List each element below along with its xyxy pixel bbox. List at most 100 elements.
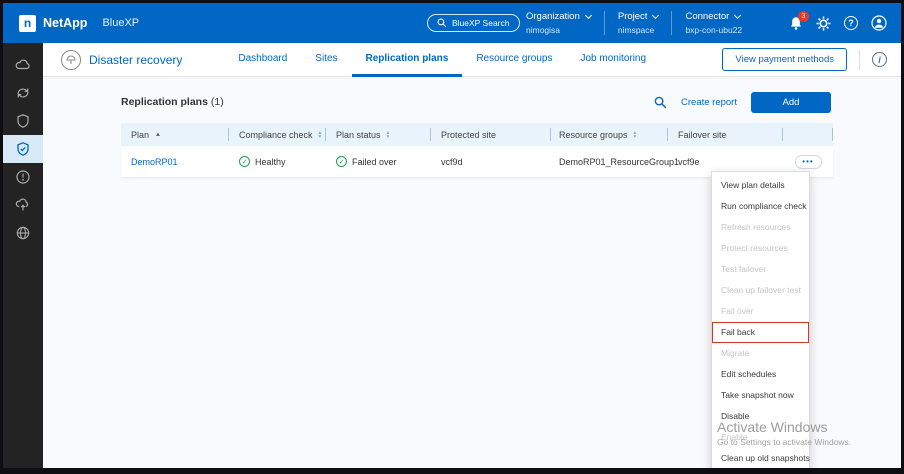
user-icon: [871, 15, 887, 31]
plan-status: Failed over: [352, 157, 397, 167]
app-window: n NetApp BlueXP BlueXP Search Organizati…: [0, 0, 904, 474]
left-nav: [3, 43, 43, 468]
settings-button[interactable]: [816, 16, 831, 31]
service-header: Disaster recovery Dashboard Sites Replic…: [43, 43, 901, 77]
menu-item-refresh-resources: Refresh resources: [712, 217, 809, 238]
row-actions-button[interactable]: •••: [795, 155, 822, 169]
column-label: Compliance check: [239, 130, 313, 140]
tab-sites[interactable]: Sites: [301, 43, 351, 77]
replication-plans-table: Plan ▲ Compliance check ▴▾ Plan status ▴…: [121, 123, 833, 178]
disaster-recovery-service-icon: [61, 50, 81, 70]
protected-site: vcf9d: [441, 157, 463, 167]
menu-item-edit-schedules[interactable]: Edit schedules: [712, 364, 809, 385]
account-button[interactable]: [871, 15, 887, 31]
service-tabs: Dashboard Sites Replication plans Resour…: [224, 43, 660, 77]
tab-job-monitoring[interactable]: Job monitoring: [566, 43, 660, 77]
column-header-compliance-check[interactable]: Compliance check ▴▾: [229, 123, 326, 146]
menu-item-test-failover: Test failover: [712, 259, 809, 280]
bluexp-search[interactable]: BlueXP Search: [427, 14, 520, 32]
column-header-plan-status[interactable]: Plan status ▴▾: [326, 123, 431, 146]
connector-selector[interactable]: Connector bxp-con-ubu22: [672, 11, 755, 35]
search-icon[interactable]: [654, 96, 667, 109]
gear-icon: [816, 16, 831, 31]
organization-label: Organization: [526, 11, 580, 22]
search-icon: [437, 18, 447, 28]
disaster-recovery-shield-icon: [15, 141, 31, 157]
connector-value: bxp-con-ubu22: [685, 25, 742, 35]
help-button[interactable]: ?: [844, 16, 858, 30]
cloud-upload-icon: [15, 197, 31, 213]
globe-icon: [15, 225, 31, 241]
sidebar-item-alerts[interactable]: [3, 163, 43, 191]
search-label: BlueXP Search: [452, 18, 510, 28]
view-payment-methods-button[interactable]: View payment methods: [722, 48, 847, 71]
tab-dashboard[interactable]: Dashboard: [224, 43, 301, 77]
sidebar-item-canvas[interactable]: [3, 51, 43, 79]
header-actions: 3 ?: [789, 3, 887, 43]
column-header-protected-site[interactable]: Protected site: [431, 123, 551, 146]
shield-icon: [15, 113, 31, 129]
question-icon: ?: [844, 16, 858, 30]
menu-item-clean-up-failover-test: Clean up failover test: [712, 280, 809, 301]
brand: n NetApp BlueXP: [19, 3, 139, 43]
sidebar-item-extensions[interactable]: [3, 219, 43, 247]
menu-item-run-compliance-check[interactable]: Run compliance check: [712, 196, 809, 217]
tab-resource-groups[interactable]: Resource groups: [462, 43, 566, 77]
row-actions-menu: View plan details Run compliance check R…: [711, 171, 810, 473]
column-label: Failover site: [678, 130, 727, 140]
cloud-icon: [15, 57, 31, 73]
info-icon[interactable]: i: [872, 52, 887, 67]
product-name: BlueXP: [102, 17, 139, 29]
sidebar-item-disaster-recovery[interactable]: [3, 135, 43, 163]
sidebar-item-mobility[interactable]: [3, 79, 43, 107]
menu-item-clean-up-old-snapshots[interactable]: Clean up old snapshots: [712, 448, 809, 469]
section-title: Replication plans (1): [121, 96, 224, 108]
menu-item-fail-back[interactable]: Fail back: [712, 322, 809, 343]
plan-name-link[interactable]: DemoRP01: [131, 157, 178, 167]
notifications-button[interactable]: 3: [789, 16, 803, 31]
menu-item-enable: Enable: [712, 427, 809, 448]
column-label: Plan: [131, 130, 149, 140]
menu-item-migrate: Migrate: [712, 343, 809, 364]
compliance-status: Healthy: [255, 157, 286, 167]
netapp-logo-icon: n: [19, 15, 36, 32]
divider: [859, 50, 860, 70]
context-selectors: Organization nimogisa Project nimspace C…: [513, 3, 755, 43]
sync-icon: [15, 85, 31, 101]
notification-badge: 3: [798, 11, 809, 22]
logo-letter: n: [24, 17, 31, 29]
column-header-actions: [783, 123, 833, 146]
chevron-down-icon: [585, 12, 592, 19]
menu-item-take-snapshot-now[interactable]: Take snapshot now: [712, 385, 809, 406]
sidebar-item-protection[interactable]: [3, 107, 43, 135]
brand-name: NetApp: [43, 16, 87, 30]
add-button[interactable]: Add: [751, 92, 831, 113]
organization-value: nimogisa: [526, 25, 591, 35]
section-actions: Create report Add: [654, 92, 831, 113]
sort-asc-icon: ▲: [155, 132, 161, 138]
page-title: Disaster recovery: [89, 53, 182, 67]
top-bar: n NetApp BlueXP BlueXP Search Organizati…: [3, 3, 901, 43]
column-header-failover-site[interactable]: Failover site: [668, 123, 783, 146]
service-header-actions: View payment methods i: [722, 48, 901, 71]
menu-item-disable[interactable]: Disable: [712, 406, 809, 427]
sort-icon: ▴▾: [319, 131, 322, 139]
table-header: Plan ▲ Compliance check ▴▾ Plan status ▴…: [121, 123, 833, 146]
section-title-text: Replication plans: [121, 96, 208, 108]
column-header-resource-groups[interactable]: Resource groups ▴▾: [551, 123, 668, 146]
project-value: nimspace: [618, 25, 659, 35]
column-header-plan[interactable]: Plan ▲: [121, 123, 229, 146]
service-identity: Disaster recovery: [61, 50, 182, 70]
healthy-check-icon: ✓: [239, 156, 250, 167]
column-label: Protected site: [441, 130, 496, 140]
column-label: Plan status: [336, 130, 381, 140]
sidebar-item-backup[interactable]: [3, 191, 43, 219]
tab-replication-plans[interactable]: Replication plans: [352, 43, 463, 77]
create-report-link[interactable]: Create report: [681, 97, 737, 108]
menu-item-view-plan-details[interactable]: View plan details: [712, 175, 809, 196]
project-selector[interactable]: Project nimspace: [605, 11, 672, 35]
menu-item-fail-over: Fail over: [712, 301, 809, 322]
organization-selector[interactable]: Organization nimogisa: [513, 11, 604, 35]
menu-item-protect-resources: Protect resources: [712, 238, 809, 259]
sort-icon: ▴▾: [634, 131, 637, 139]
